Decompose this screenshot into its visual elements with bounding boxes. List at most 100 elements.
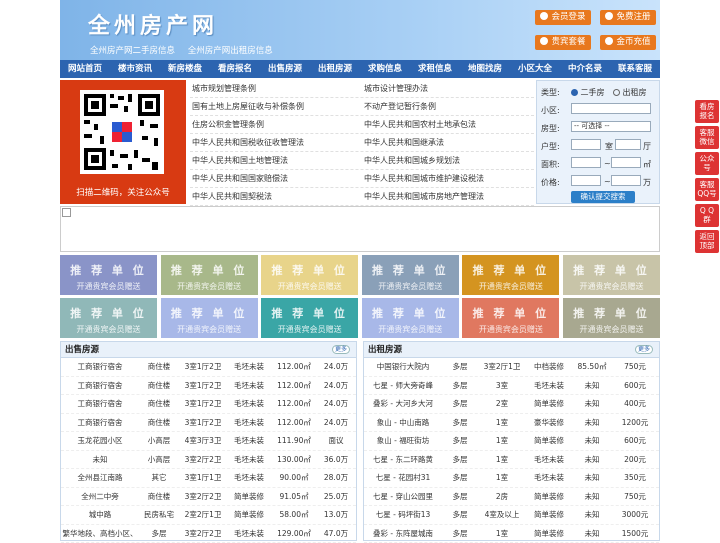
- float-official-account[interactable]: 公众 号: [695, 152, 719, 175]
- float-back-to-top[interactable]: 返回 顶部: [695, 230, 719, 253]
- regulation-link[interactable]: 中华人民共和国国家赔偿法: [190, 170, 362, 187]
- search-submit-button[interactable]: 确认提交搜索: [571, 191, 635, 203]
- nav-communities[interactable]: 小区大全: [510, 60, 560, 78]
- listing-row[interactable]: 工商银行宿舍商住楼3室1厅2卫毛坯未装112.00㎡24.0万: [61, 395, 356, 414]
- secondhand-radio[interactable]: 二手房: [571, 87, 605, 98]
- recommended-unit-ad[interactable]: 推 荐 单 位开通贵宾会员赠送: [462, 298, 559, 338]
- listing-cell: 1500元: [612, 525, 658, 543]
- listing-row[interactable]: 七星 - 东二环路黄多层1室毛坯未装未知200元: [364, 451, 659, 470]
- sale-more-button[interactable]: 更多: [332, 345, 350, 354]
- regulation-link[interactable]: 中华人民共和国税收征收管理法: [190, 134, 362, 151]
- listing-cell: 111.90㎡: [271, 432, 317, 450]
- qr-code-image: [80, 90, 164, 174]
- regulation-link[interactable]: 城市规划管理条例: [190, 80, 362, 97]
- listing-cell: 毛坯未装: [526, 469, 572, 487]
- regulation-link[interactable]: 中华人民共和国城乡规划法: [362, 152, 534, 169]
- regulation-link[interactable]: 中华人民共和国契税法: [190, 188, 362, 205]
- rent-more-button[interactable]: 更多: [635, 345, 653, 354]
- listing-cell: 毛坯未装: [227, 414, 271, 432]
- nav-contact[interactable]: 联系客服: [610, 60, 660, 78]
- price-min-input[interactable]: [571, 175, 601, 186]
- recommended-unit-ad[interactable]: 推 荐 单 位开通贵宾会员赠送: [261, 298, 358, 338]
- listing-row[interactable]: 叠彩 - 东阵屋城南多层1室简单装修未知1500元: [364, 525, 659, 543]
- ad-title: 推 荐 单 位: [563, 262, 660, 278]
- hall-label: 厅: [643, 141, 651, 152]
- listing-row[interactable]: 中国银行大院内多层3室2厅1卫中档装修85.50㎡750元: [364, 358, 659, 377]
- regulation-link[interactable]: 不动产登记暂行条例: [362, 98, 534, 115]
- tagline-rental[interactable]: 全州房产网出租房信息: [188, 46, 273, 56]
- listing-row[interactable]: 七星 - 穿山公园里多层2房简单装修未知750元: [364, 488, 659, 507]
- hall-select[interactable]: [615, 139, 641, 150]
- nav-for-rent[interactable]: 出租房源: [310, 60, 360, 78]
- listing-row[interactable]: 繁华地段、高档小区、多层3室2厅2卫毛坯未装129.00㎡47.0万: [61, 525, 356, 543]
- recommended-unit-ad[interactable]: 推 荐 单 位开通贵宾会员赠送: [362, 255, 459, 295]
- nav-wanted-rent[interactable]: 求租信息: [410, 60, 460, 78]
- listing-row[interactable]: 全州县江南路其它3室1厅1卫毛坯未装90.00㎡28.0万: [61, 469, 356, 488]
- listing-row[interactable]: 工商银行宿舍商住楼3室1厅2卫毛坯未装112.00㎡24.0万: [61, 358, 356, 377]
- area-unit: ㎡: [643, 159, 651, 170]
- listing-row[interactable]: 城中路民房私宅2室2厅1卫简单装修58.00㎡13.0万: [61, 506, 356, 525]
- regulation-link[interactable]: 中华人民共和国城市房地产管理法: [362, 188, 534, 205]
- site-logo[interactable]: 全州房产网: [88, 8, 218, 40]
- listing-row[interactable]: 玉龙花园小区小高层4室3厅3卫毛坯未装111.90㎡面议: [61, 432, 356, 451]
- recommended-unit-ad[interactable]: 推 荐 单 位开通贵宾会员赠送: [362, 298, 459, 338]
- regulation-link[interactable]: 国有土地上房屋征收与补偿条例: [190, 98, 362, 115]
- regulation-link[interactable]: 中华人民共和国城市维护建设税法: [362, 170, 534, 187]
- tagline-secondhand[interactable]: 全州房产网二手房信息: [90, 46, 175, 56]
- free-register-button[interactable]: 免费注册: [600, 10, 656, 25]
- listing-row[interactable]: 象山 - 福旺街坊多层1室简单装修未知600元: [364, 432, 659, 451]
- recommended-unit-ad[interactable]: 推 荐 单 位开通贵宾会员赠送: [563, 298, 660, 338]
- community-input[interactable]: [571, 103, 651, 114]
- area-min-input[interactable]: [571, 157, 601, 168]
- recommended-unit-ad[interactable]: 推 荐 单 位开通贵宾会员赠送: [261, 255, 358, 295]
- regulation-link[interactable]: 住房公积金管理条例: [190, 116, 362, 133]
- listing-cell: 小高层: [139, 432, 179, 450]
- listing-row[interactable]: 象山 - 中山南路多层1室豪华装修未知1200元: [364, 414, 659, 433]
- area-max-input[interactable]: [611, 157, 641, 168]
- regulation-link[interactable]: 中华人民共和国农村土地承包法: [362, 116, 534, 133]
- nav-home[interactable]: 网站首页: [60, 60, 110, 78]
- listing-cell: 1室: [478, 432, 526, 450]
- nav-map-search[interactable]: 地图找房: [460, 60, 510, 78]
- float-service-wechat[interactable]: 客服 微信: [695, 126, 719, 149]
- recommended-unit-ad[interactable]: 推 荐 单 位开通贵宾会员赠送: [161, 298, 258, 338]
- listing-row[interactable]: 工商银行宿舍商住楼3室1厅2卫毛坯未装112.00㎡24.0万: [61, 377, 356, 396]
- regulation-link[interactable]: 城市设计管理办法: [362, 80, 534, 97]
- nav-wanted-buy[interactable]: 求购信息: [360, 60, 410, 78]
- recommended-unit-ad[interactable]: 推 荐 单 位开通贵宾会员赠送: [60, 298, 157, 338]
- recommended-unit-ad[interactable]: 推 荐 单 位开通贵宾会员赠送: [462, 255, 559, 295]
- listing-row[interactable]: 七星 - 花园村31多层1室毛坯未装未知350元: [364, 469, 659, 488]
- recommended-unit-ad[interactable]: 推 荐 单 位开通贵宾会员赠送: [60, 255, 157, 295]
- float-qq-group[interactable]: Q Q 群: [695, 204, 719, 227]
- regulation-link[interactable]: 中华人民共和国继承法: [362, 134, 534, 151]
- nav-new-homes[interactable]: 新房楼盘: [160, 60, 210, 78]
- banner-image[interactable]: [60, 206, 660, 252]
- listing-row[interactable]: 全州二中旁商住楼3室2厅2卫简单装修91.05㎡25.0万: [61, 488, 356, 507]
- ad-title: 推 荐 单 位: [563, 305, 660, 321]
- housetype-select[interactable]: -- 可选择 --: [571, 121, 651, 132]
- listing-cell: 36.0万: [317, 451, 355, 469]
- member-login-button[interactable]: 会员登录: [535, 10, 591, 25]
- coin-recharge-button[interactable]: 金币充值: [600, 35, 656, 50]
- nav-for-sale[interactable]: 出售房源: [260, 60, 310, 78]
- nav-agents[interactable]: 中介名录: [560, 60, 610, 78]
- listing-row[interactable]: 未知小高层3室2厅2卫毛坯未装130.00㎡36.0万: [61, 451, 356, 470]
- recommended-unit-ad[interactable]: 推 荐 单 位开通贵宾会员赠送: [161, 255, 258, 295]
- listing-row[interactable]: 工商银行宿舍商住楼3室1厅2卫毛坯未装112.00㎡24.0万: [61, 414, 356, 433]
- float-viewing-signup[interactable]: 看房 报名: [695, 100, 719, 123]
- price-max-input[interactable]: [611, 175, 641, 186]
- vip-package-button[interactable]: 贵宾套餐: [535, 35, 591, 50]
- listing-row[interactable]: 叠彩 - 大河乡大河多层2室简单装修未知400元: [364, 395, 659, 414]
- recommended-unit-ad[interactable]: 推 荐 单 位开通贵宾会员赠送: [563, 255, 660, 295]
- listing-row[interactable]: 七星 - 师大旁奇峰多层3室毛坯未装未知600元: [364, 377, 659, 396]
- link-row: 住房公积金管理条例中华人民共和国农村土地承包法: [190, 116, 534, 134]
- nav-viewing-signup[interactable]: 看房报名: [210, 60, 260, 78]
- rental-radio[interactable]: 出租房: [613, 87, 647, 98]
- nav-news[interactable]: 楼市资讯: [110, 60, 160, 78]
- room-select[interactable]: [571, 139, 601, 150]
- listing-row[interactable]: 七星 - 码坪街13多层4室及以上简单装修未知3000元: [364, 506, 659, 525]
- float-service-qq[interactable]: 客服 QQ号: [695, 178, 719, 201]
- ad-subtitle: 开通贵宾会员赠送: [362, 324, 459, 335]
- regulation-link[interactable]: 中华人民共和国土地管理法: [190, 152, 362, 169]
- listing-cell: 24.0万: [317, 414, 355, 432]
